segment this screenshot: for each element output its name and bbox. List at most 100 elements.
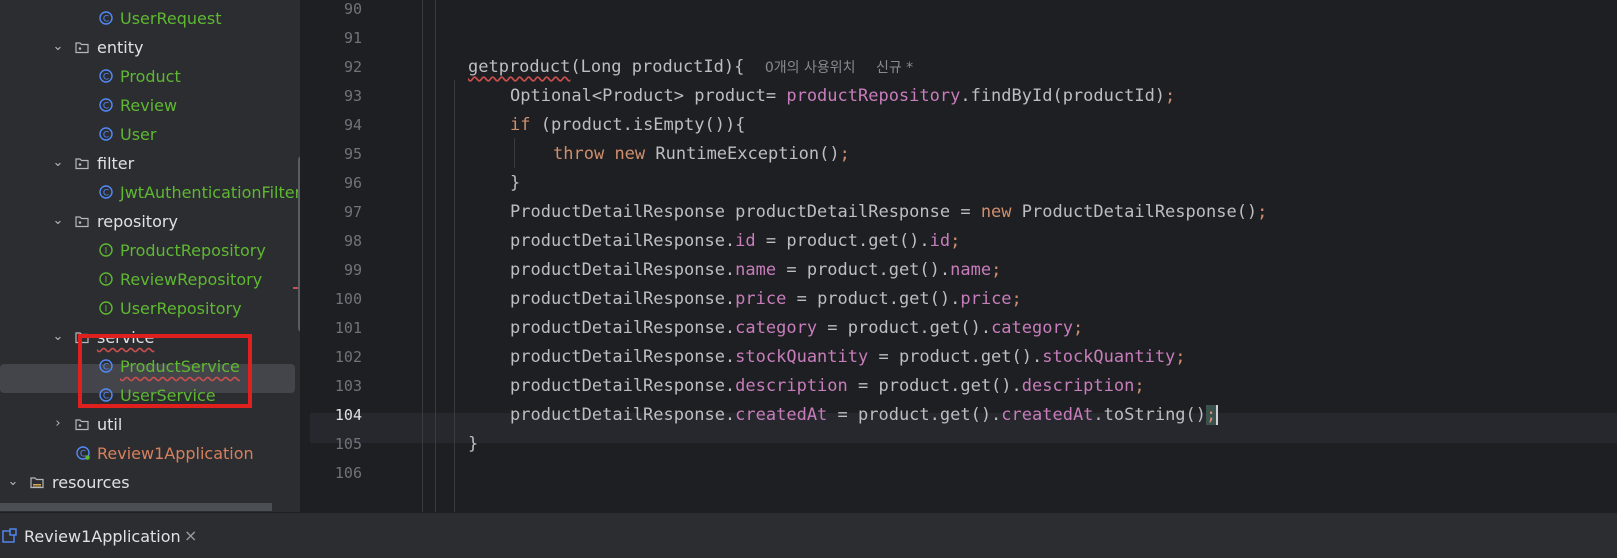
tree-item-label: User xyxy=(120,125,157,144)
chevron-down-icon[interactable]: ⌄ xyxy=(51,330,65,344)
code-line-92[interactable]: getproduct(Long productId){ 0개의 사용위치 신규 … xyxy=(468,52,913,83)
code-line-102[interactable]: productDetailResponse.stockQuantity = pr… xyxy=(510,342,1186,372)
chevron-down-icon[interactable]: ⌄ xyxy=(6,475,20,489)
svg-text:C: C xyxy=(103,73,109,83)
run-config-icon xyxy=(2,528,17,543)
code-line-104[interactable]: productDetailResponse.createdAt = produc… xyxy=(510,400,1219,430)
indent-guide xyxy=(454,80,455,512)
code-token: = product.get(). xyxy=(847,376,1022,396)
code-token: ; xyxy=(991,260,1002,280)
svg-text:I: I xyxy=(105,305,108,315)
tree-item-user-repository[interactable]: I UserRepository xyxy=(0,294,300,323)
close-icon[interactable]: × xyxy=(184,526,197,545)
tree-item-label: UserRequest xyxy=(120,9,222,28)
tree-item-user[interactable]: C User xyxy=(0,120,300,149)
chevron-down-icon[interactable]: ⌄ xyxy=(51,40,65,54)
code-token: createdAt xyxy=(1001,405,1094,425)
highlight-box xyxy=(78,334,252,408)
code-token: = product.get(). xyxy=(817,318,992,338)
code-token: productDetailResponse. xyxy=(510,347,736,367)
tree-item-review1-application[interactable]: C Review1Application xyxy=(0,439,300,468)
line-number: 100 xyxy=(334,290,362,308)
tree-item-util[interactable]: › util xyxy=(0,410,300,439)
code-token: ProductDetailResponse productDetailRespo… xyxy=(510,202,981,222)
chevron-down-icon[interactable]: ⌄ xyxy=(51,214,65,228)
line-number: 105 xyxy=(334,435,362,453)
code-token: ; xyxy=(1134,376,1145,396)
chevron-down-icon[interactable]: ⌄ xyxy=(51,156,65,170)
line-number: 103 xyxy=(334,377,362,395)
chevron-right-icon[interactable]: › xyxy=(51,417,65,431)
tree-item-label: Review1Application xyxy=(97,444,254,463)
code-token: new xyxy=(614,144,646,164)
line-number: 92 xyxy=(343,58,362,76)
code-token: throw xyxy=(553,144,605,164)
code-token: = product.get(). xyxy=(776,260,951,280)
code-editor[interactable]: 90 91 92 93 94 95 96 97 98 99 100 101 10… xyxy=(310,0,1617,512)
line-number: 96 xyxy=(343,174,362,192)
tree-item-review-repository[interactable]: I ReviewRepository xyxy=(0,265,300,294)
code-token: stockQuantity xyxy=(1042,347,1176,367)
line-number: 97 xyxy=(343,203,362,221)
code-line-103[interactable]: productDetailResponse.description = prod… xyxy=(510,371,1145,401)
tree-item-user-request[interactable]: C UserRequest xyxy=(0,4,300,33)
code-token: productDetailResponse. xyxy=(510,260,736,280)
svg-text:C: C xyxy=(103,15,109,25)
code-token: .findById(productId) xyxy=(960,86,1166,106)
tree-item-label: resources xyxy=(52,473,130,492)
tree-item-product[interactable]: C Product xyxy=(0,62,300,91)
tree-item-label: filter xyxy=(97,154,135,173)
code-token: new xyxy=(980,202,1012,222)
tree-item-repository[interactable]: ⌄ repository xyxy=(0,207,300,236)
package-folder-icon xyxy=(75,158,89,170)
code-token: description xyxy=(735,376,848,396)
code-line-96[interactable]: } xyxy=(510,168,520,198)
indent-guide xyxy=(514,138,515,168)
tree-item-filter[interactable]: ⌄ filter xyxy=(0,149,300,178)
horizontal-scrollbar[interactable] xyxy=(0,503,272,511)
code-line-98[interactable]: productDetailResponse.id = product.get()… xyxy=(510,226,960,256)
code-token: productRepository xyxy=(786,86,961,106)
code-token: = product.get(). xyxy=(786,289,961,309)
tree-item-review[interactable]: C Review xyxy=(0,91,300,120)
line-number: 90 xyxy=(343,0,362,18)
tree-item-resources[interactable]: ⌄ resources xyxy=(0,468,300,497)
code-line-99[interactable]: productDetailResponse. name = product.get… xyxy=(510,255,1001,285)
code-token: ; xyxy=(839,144,850,164)
tree-item-label: entity xyxy=(97,38,144,57)
code-token: name xyxy=(950,260,992,280)
code-token: RuntimeException() xyxy=(645,144,840,164)
class-icon: C xyxy=(99,185,113,199)
code-token: Optional<Product> product= xyxy=(510,86,787,106)
tree-item-label: Review xyxy=(120,96,178,115)
tab-label: Review1Application xyxy=(24,527,181,546)
indent-guide xyxy=(422,0,423,512)
line-number: 98 xyxy=(343,232,362,250)
code-token: ; xyxy=(1072,318,1084,338)
code-line-100[interactable]: productDetailResponse.price = product.ge… xyxy=(510,284,1022,314)
usage-hint[interactable]: 0개의 사용위치 xyxy=(765,60,856,76)
code-line-94[interactable]: if (product.isEmpty()){ xyxy=(510,110,745,140)
tree-item-label: ProductRepository xyxy=(120,241,266,260)
package-folder-icon xyxy=(75,42,89,54)
tree-item-jwt-authentication-filter[interactable]: C JwtAuthenticationFilter xyxy=(0,178,300,207)
svg-text:C: C xyxy=(103,131,109,141)
code-token: productDetailResponse. xyxy=(510,405,736,425)
code-line-105[interactable]: } xyxy=(468,429,478,459)
svg-text:I: I xyxy=(105,276,108,286)
tree-item-entity[interactable]: ⌄ entity xyxy=(0,33,300,62)
tree-item-label: JwtAuthenticationFilter xyxy=(120,183,300,202)
tree-item-product-repository[interactable]: I ProductRepository xyxy=(0,236,300,265)
code-line-95[interactable]: throw new RuntimeException(); xyxy=(553,139,850,169)
svg-text:C: C xyxy=(103,102,109,112)
code-token: createdAt xyxy=(735,405,828,425)
vertical-scrollbar[interactable] xyxy=(298,156,300,332)
code-token: price xyxy=(735,289,787,309)
line-number-current: 104 xyxy=(334,406,362,424)
code-line-101[interactable]: productDetailResponse.category = product… xyxy=(510,313,1083,343)
code-token: price xyxy=(960,289,1012,309)
code-line-97[interactable]: ProductDetailResponse productDetailRespo… xyxy=(510,197,1267,227)
code-line-93[interactable]: Optional<Product> product= productReposi… xyxy=(510,81,1175,111)
interface-icon: I xyxy=(99,272,113,286)
